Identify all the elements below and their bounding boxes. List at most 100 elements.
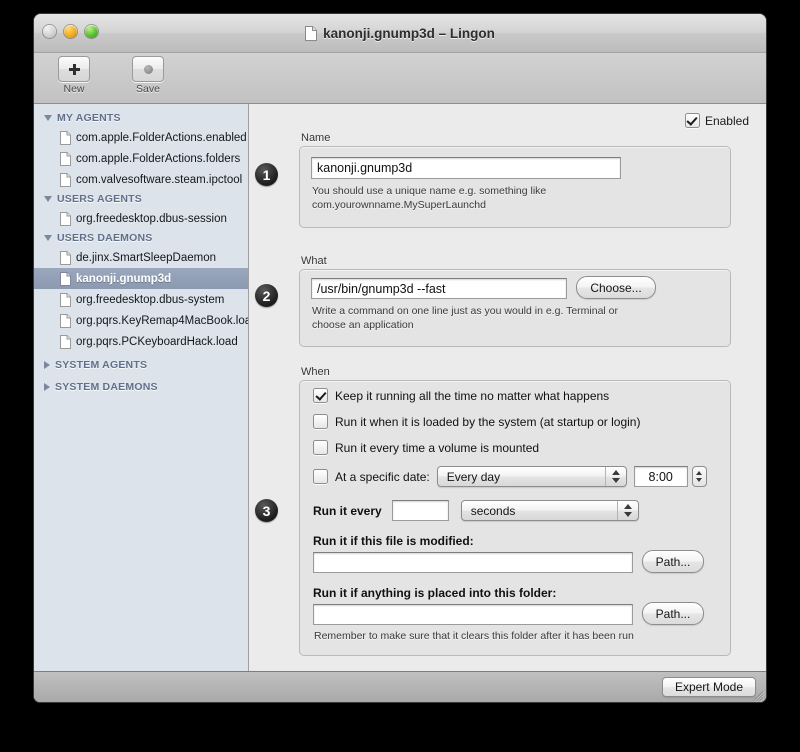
list-item-label: com.valvesoftware.steam.ipctool — [76, 173, 243, 186]
time-input[interactable]: 8:00 — [633, 466, 688, 487]
disclosure-triangle-icon[interactable] — [44, 115, 52, 121]
sidebar-group-label: MY AGENTS — [57, 112, 121, 124]
list-item-label: kanonji.gnump3d — [76, 272, 172, 285]
name-input[interactable]: kanonji.gnump3d — [311, 157, 621, 179]
list-item-label: org.freedesktop.dbus-session — [76, 212, 227, 225]
step-badge-1: 1 — [255, 163, 278, 186]
window-controls — [43, 25, 98, 38]
document-icon — [60, 271, 71, 286]
sidebar-group-users-daemons[interactable]: USERS DAEMONS — [34, 229, 248, 247]
zoom-button[interactable] — [85, 25, 98, 38]
window-title: kanonji.gnump3d – Lingon — [305, 25, 495, 41]
sidebar-group-system-daemons[interactable]: SYSTEM DAEMONS — [34, 378, 248, 400]
watch-folder-label-text: Run it if anything is placed into this f… — [313, 586, 557, 600]
run-every-label: Run it every — [313, 503, 382, 518]
list-item[interactable]: org.freedesktop.dbus-system — [34, 289, 248, 310]
plus-icon — [68, 63, 80, 75]
list-item-label: org.pqrs.KeyRemap4MacBook.load — [76, 314, 249, 327]
sidebar-group-label: USERS DAEMONS — [57, 232, 153, 244]
document-icon — [60, 211, 71, 226]
name-help-line-2: com.yourownname.MySuperLaunchd — [312, 199, 486, 212]
minimize-button[interactable] — [64, 25, 77, 38]
document-icon — [60, 172, 71, 187]
name-help-text: You should use a unique name e.g. someth… — [312, 184, 712, 212]
list-item-label: com.apple.FolderActions.enabled — [76, 131, 247, 144]
watch-folder-label: Run it if anything is placed into this f… — [313, 586, 556, 600]
sidebar-group-system-agents[interactable]: SYSTEM AGENTS — [34, 352, 248, 378]
disclosure-triangle-icon[interactable] — [44, 361, 50, 369]
watch-file-input[interactable] — [313, 552, 633, 573]
checkbox-box-icon[interactable] — [313, 440, 328, 455]
title-bar: kanonji.gnump3d – Lingon — [34, 14, 766, 53]
sidebar[interactable]: MY AGENTS com.apple.FolderActions.enable… — [34, 104, 249, 671]
sidebar-group-my-agents[interactable]: MY AGENTS — [34, 109, 248, 127]
list-item[interactable]: org.pqrs.KeyRemap4MacBook.load — [34, 310, 248, 331]
disclosure-triangle-icon[interactable] — [44, 196, 52, 202]
checkbox-box-icon[interactable] — [684, 113, 700, 128]
run-on-load-checkbox[interactable]: Run it when it is loaded by the system (… — [313, 414, 640, 429]
time-stepper[interactable] — [691, 466, 707, 487]
toolbar: New Save — [34, 53, 766, 104]
what-help-line-1: Write a command on one line just as you … — [312, 305, 619, 317]
document-icon — [60, 334, 71, 349]
sidebar-group-users-agents[interactable]: USERS AGENTS — [34, 190, 248, 208]
list-item[interactable]: de.jinx.SmartSleepDaemon — [34, 247, 248, 268]
document-icon — [305, 25, 318, 41]
list-item[interactable]: com.apple.FolderActions.folders — [34, 148, 248, 169]
keep-running-checkbox[interactable]: Keep it running all the time no matter w… — [313, 388, 609, 403]
disclosure-triangle-icon[interactable] — [44, 383, 50, 391]
what-help-text: Write a command on one line just as you … — [312, 304, 712, 332]
watch-file-label-text: Run it if this file is modified: — [313, 534, 474, 548]
date-interval-value: Every day — [446, 469, 501, 484]
document-icon — [60, 151, 71, 166]
list-item-label: org.freedesktop.dbus-system — [76, 293, 225, 306]
specific-date-row[interactable]: At a specific date: Every day 8:00 — [313, 466, 707, 487]
document-icon — [60, 292, 71, 307]
when-section-label: When — [301, 366, 330, 378]
disclosure-triangle-icon[interactable] — [44, 235, 52, 241]
name-section-label: Name — [301, 132, 331, 144]
list-item[interactable]: org.pqrs.PCKeyboardHack.load — [34, 331, 248, 352]
what-section-label: What — [301, 255, 327, 267]
run-every-amount-input[interactable] — [391, 500, 449, 521]
what-command-input[interactable]: /usr/bin/gnump3d --fast — [311, 278, 567, 299]
window-title-text: kanonji.gnump3d – Lingon — [323, 25, 495, 41]
enabled-label: Enabled — [704, 113, 749, 128]
list-item[interactable]: com.apple.FolderActions.enabled — [34, 127, 248, 148]
footer-bar: Expert Mode — [34, 671, 766, 702]
app-window: kanonji.gnump3d – Lingon New Save MY AGE… — [34, 14, 766, 702]
list-item-label: de.jinx.SmartSleepDaemon — [76, 251, 216, 264]
list-item-label: org.pqrs.PCKeyboardHack.load — [76, 335, 238, 348]
name-help-line-1: You should use a unique name e.g. someth… — [312, 185, 547, 197]
step-badge-2: 2 — [255, 284, 278, 307]
resize-grip-icon[interactable] — [751, 687, 764, 702]
list-item-label: com.apple.FolderActions.folders — [76, 152, 241, 165]
watch-folder-input[interactable] — [313, 604, 633, 625]
document-icon — [60, 313, 71, 328]
save-button[interactable]: Save — [120, 56, 176, 95]
list-item[interactable]: org.freedesktop.dbus-session — [34, 208, 248, 229]
keep-running-label: Keep it running all the time no matter w… — [335, 388, 610, 403]
list-item[interactable]: com.valvesoftware.steam.ipctool — [34, 169, 248, 190]
run-on-mount-checkbox[interactable]: Run it every time a volume is mounted — [313, 440, 539, 455]
new-button[interactable]: New — [46, 56, 102, 95]
document-icon — [60, 250, 71, 265]
run-every-row[interactable]: Run it every seconds — [313, 500, 639, 521]
watch-file-path-button[interactable]: Path... — [642, 550, 704, 573]
watch-file-label: Run it if this file is modified: — [313, 534, 474, 548]
sidebar-item-kanonji-gnump3d[interactable]: kanonji.gnump3d — [34, 268, 248, 289]
checkbox-box-icon[interactable] — [313, 414, 328, 429]
run-on-mount-label: Run it every time a volume is mounted — [335, 440, 540, 455]
run-on-load-label: Run it when it is loaded by the system (… — [335, 414, 641, 429]
watch-folder-path-button[interactable]: Path... — [642, 602, 704, 625]
checkbox-box-icon[interactable] — [313, 388, 328, 403]
choose-button[interactable]: Choose... — [576, 276, 656, 299]
save-button-face — [132, 56, 164, 82]
run-every-unit-dropdown[interactable]: seconds — [460, 500, 639, 521]
new-button-label: New — [63, 83, 85, 95]
checkbox-box-icon[interactable] — [313, 469, 328, 484]
expert-mode-button[interactable]: Expert Mode — [661, 677, 756, 697]
close-button[interactable] — [43, 25, 56, 38]
date-interval-dropdown[interactable]: Every day — [436, 466, 627, 487]
enabled-checkbox[interactable]: Enabled — [684, 113, 749, 128]
